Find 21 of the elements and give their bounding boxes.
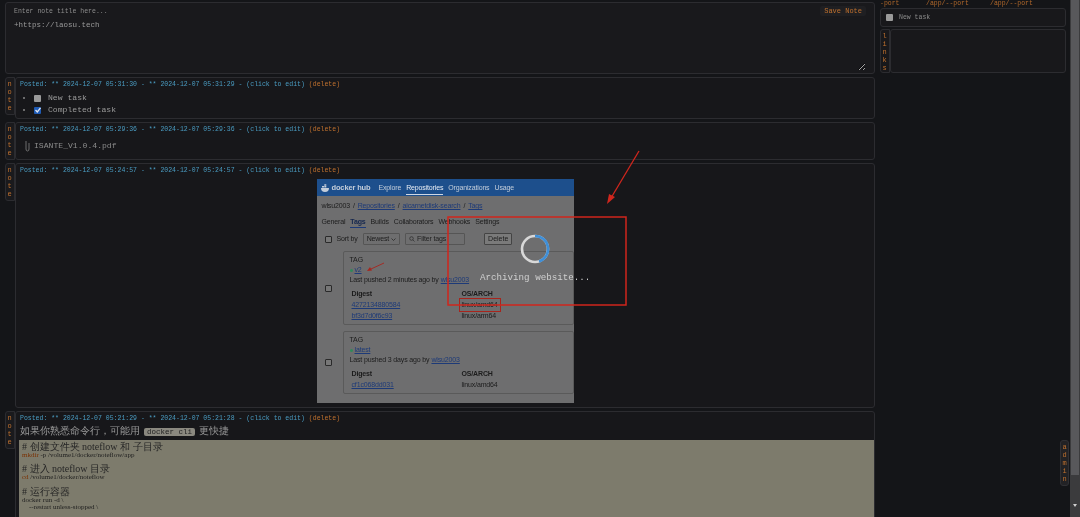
file-link[interactable]: ISANTE_V1.0.4.pdf [34, 141, 117, 151]
whale-icon [320, 183, 330, 192]
code-comment: # 运行容器 [22, 486, 71, 497]
search-icon [409, 236, 416, 242]
paperclip-icon [24, 140, 30, 152]
checkbox[interactable] [324, 235, 332, 243]
scrollbar[interactable] [1071, 0, 1079, 475]
arrow-icon [606, 150, 641, 205]
checkbox[interactable] [324, 359, 332, 366]
task-label: Completed task [48, 105, 116, 115]
chevron-down-icon [391, 237, 397, 241]
arrow-icon [366, 262, 385, 272]
code-comment: # 进入 noteflow 目录 [22, 464, 112, 475]
spinner-icon [519, 233, 552, 265]
check-icon [33, 106, 42, 114]
checkbox[interactable] [886, 14, 893, 21]
task-label: New task [48, 93, 87, 103]
checkbox[interactable] [324, 284, 332, 292]
arrow-down-icon [1072, 503, 1078, 508]
code-comment: # 创建文件夹 noteflow 和 子目录 [22, 442, 164, 452]
checkbox[interactable] [34, 94, 41, 102]
